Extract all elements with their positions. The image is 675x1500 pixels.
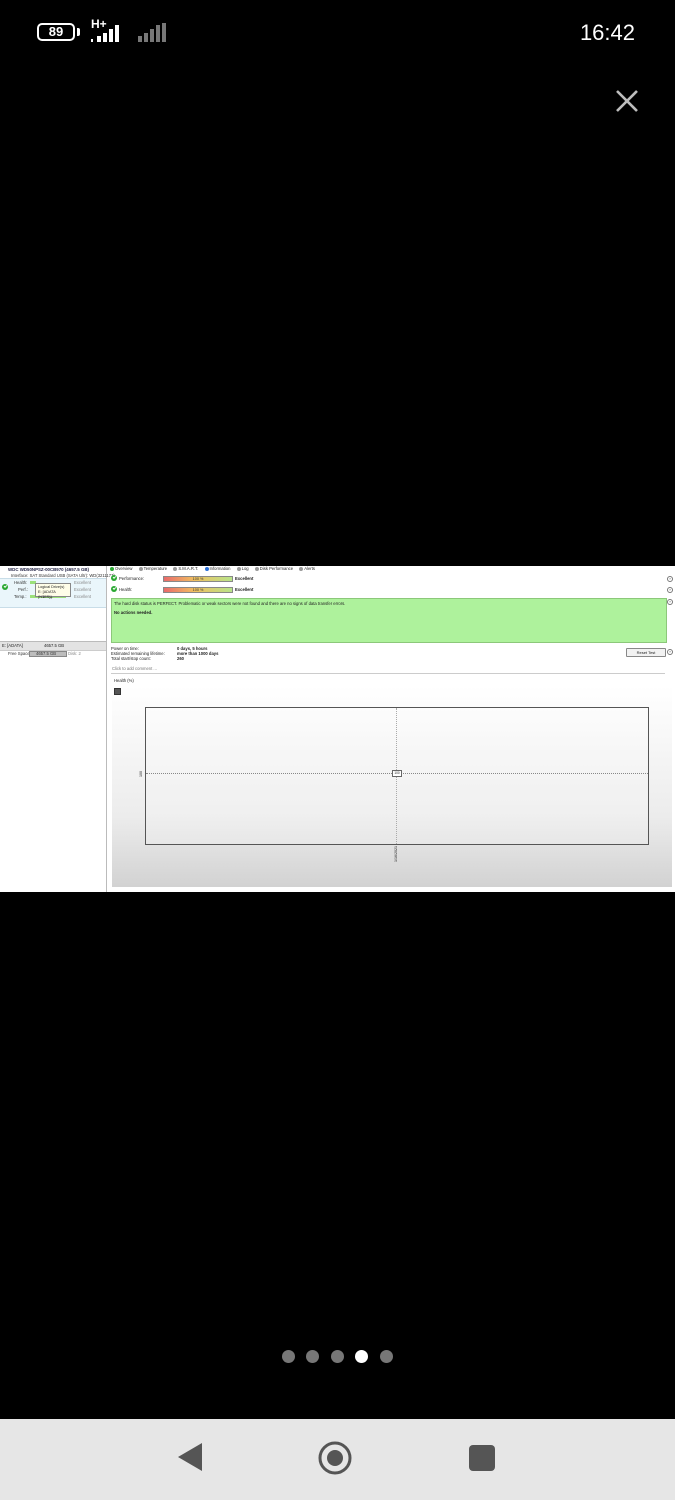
- x-tick-label: 1/16/2021: [394, 846, 398, 862]
- check-icon: [111, 575, 117, 581]
- comment-placeholder: Click to add comment ...: [112, 666, 157, 671]
- free-space-label: Free Space:: [8, 651, 31, 656]
- back-icon[interactable]: [176, 1441, 204, 1473]
- navigation-bar: [0, 1419, 675, 1500]
- help-icon[interactable]: ?: [667, 587, 673, 593]
- status-action: No actions needed.: [114, 610, 153, 615]
- help-icon[interactable]: ?: [667, 649, 673, 655]
- status-message-box: The hard disk status is PERFECT. Problem…: [111, 598, 667, 643]
- page-indicator: [282, 1350, 394, 1364]
- device-panel: WDC WD50NPSZ-00CB970 (4657.5 GB) Interfa…: [0, 566, 115, 892]
- performance-value: 100 %: [192, 576, 204, 581]
- page-dot[interactable]: [306, 1350, 319, 1363]
- home-icon[interactable]: [317, 1440, 353, 1476]
- check-icon: [111, 586, 117, 592]
- signal-strength-2-icon: [138, 23, 166, 42]
- health-gauge: 100 %: [163, 587, 233, 593]
- y-tick-label: 100: [139, 771, 143, 777]
- chart-title: Health (%): [114, 678, 134, 683]
- device-title: WDC WD50NPSZ-00CB970 (4657.5 GB): [8, 567, 90, 572]
- tooltip-drive: E: [ADATA (NTFS)]: [38, 590, 56, 599]
- recents-icon[interactable]: [468, 1444, 496, 1472]
- performance-gauge: 100 %: [163, 576, 233, 582]
- free-space-value: 4657.5 GB: [36, 651, 57, 656]
- info-icon: [204, 566, 209, 571]
- performance-label: Performance:: [119, 576, 145, 581]
- page-dot[interactable]: [331, 1350, 344, 1363]
- tab-information[interactable]: Information: [204, 566, 230, 571]
- save-icon[interactable]: [114, 688, 121, 695]
- comment-field[interactable]: Click to add comment ...: [111, 665, 665, 674]
- volume-size: 4657.5 GB: [44, 643, 65, 648]
- tab-overview[interactable]: Overview: [110, 566, 132, 571]
- logical-drives-tooltip: Logical Drive(s) E: [ADATA (NTFS)]: [35, 583, 71, 599]
- startstop-value: 260: [177, 656, 184, 661]
- help-icon[interactable]: ?: [667, 599, 673, 605]
- health-label: Health:: [14, 580, 28, 585]
- clock: 16:42: [579, 20, 635, 45]
- check-icon: [110, 566, 114, 571]
- check-icon: [2, 584, 8, 590]
- battery-tip: [77, 28, 80, 36]
- performance-row: Performance: 100 % Excellent ?: [111, 575, 673, 583]
- health-label-main: Health:: [119, 587, 133, 592]
- perf-label: Perf.:: [18, 587, 29, 592]
- page-dot[interactable]: [380, 1350, 393, 1363]
- point-label: 100: [392, 770, 402, 777]
- thermometer-icon: [138, 566, 143, 571]
- close-icon[interactable]: [612, 86, 642, 116]
- smart-icon: [173, 566, 178, 571]
- free-space-note: Disk: 2: [68, 651, 81, 656]
- perf-status: Excellent: [74, 587, 91, 592]
- tab-log[interactable]: Log: [236, 566, 249, 571]
- reset-test-button[interactable]: Reset Test: [626, 648, 666, 657]
- startstop-label: Total start/stop count:: [111, 656, 151, 661]
- alert-icon: [299, 566, 304, 571]
- temp-label: Temp.:: [14, 594, 27, 599]
- free-space-row: Free Space: 4657.5 GB Disk: 2: [0, 650, 106, 657]
- health-status: Excellent: [74, 580, 91, 585]
- signal-strength-icon: [91, 25, 119, 42]
- page-dot-active[interactable]: [355, 1350, 368, 1363]
- help-icon[interactable]: ?: [667, 576, 673, 582]
- tab-bar: Overview Temperature S.M.A.R.T. Informat…: [110, 566, 320, 572]
- health-verdict: Excellent: [235, 587, 254, 592]
- main-panel: Overview Temperature S.M.A.R.T. Informat…: [108, 566, 675, 892]
- tab-temperature[interactable]: Temperature: [138, 566, 167, 571]
- status-message: The hard disk status is PERFECT. Problem…: [114, 601, 346, 606]
- volume-name: E: [ADATA]: [2, 643, 23, 648]
- tab-disk-performance[interactable]: Disk Performance: [254, 566, 293, 571]
- chart-plot: 100: [145, 707, 649, 845]
- log-icon: [236, 566, 241, 571]
- tab-smart[interactable]: S.M.A.R.T.: [173, 566, 198, 571]
- page-dot[interactable]: [282, 1350, 295, 1363]
- health-value: 100 %: [192, 587, 204, 592]
- status-bar: 89 H+ 16:42: [0, 0, 675, 64]
- tab-alerts[interactable]: Alerts: [299, 566, 315, 571]
- temp-status: Excellent: [74, 594, 91, 599]
- health-row: Health: 100 % Excellent ?: [111, 586, 673, 594]
- screenshot-image: WDC WD50NPSZ-00CB970 (4657.5 GB) Interfa…: [0, 566, 675, 892]
- battery-icon: 89: [37, 23, 75, 41]
- performance-verdict: Excellent: [235, 576, 254, 581]
- performance-icon: [254, 566, 259, 571]
